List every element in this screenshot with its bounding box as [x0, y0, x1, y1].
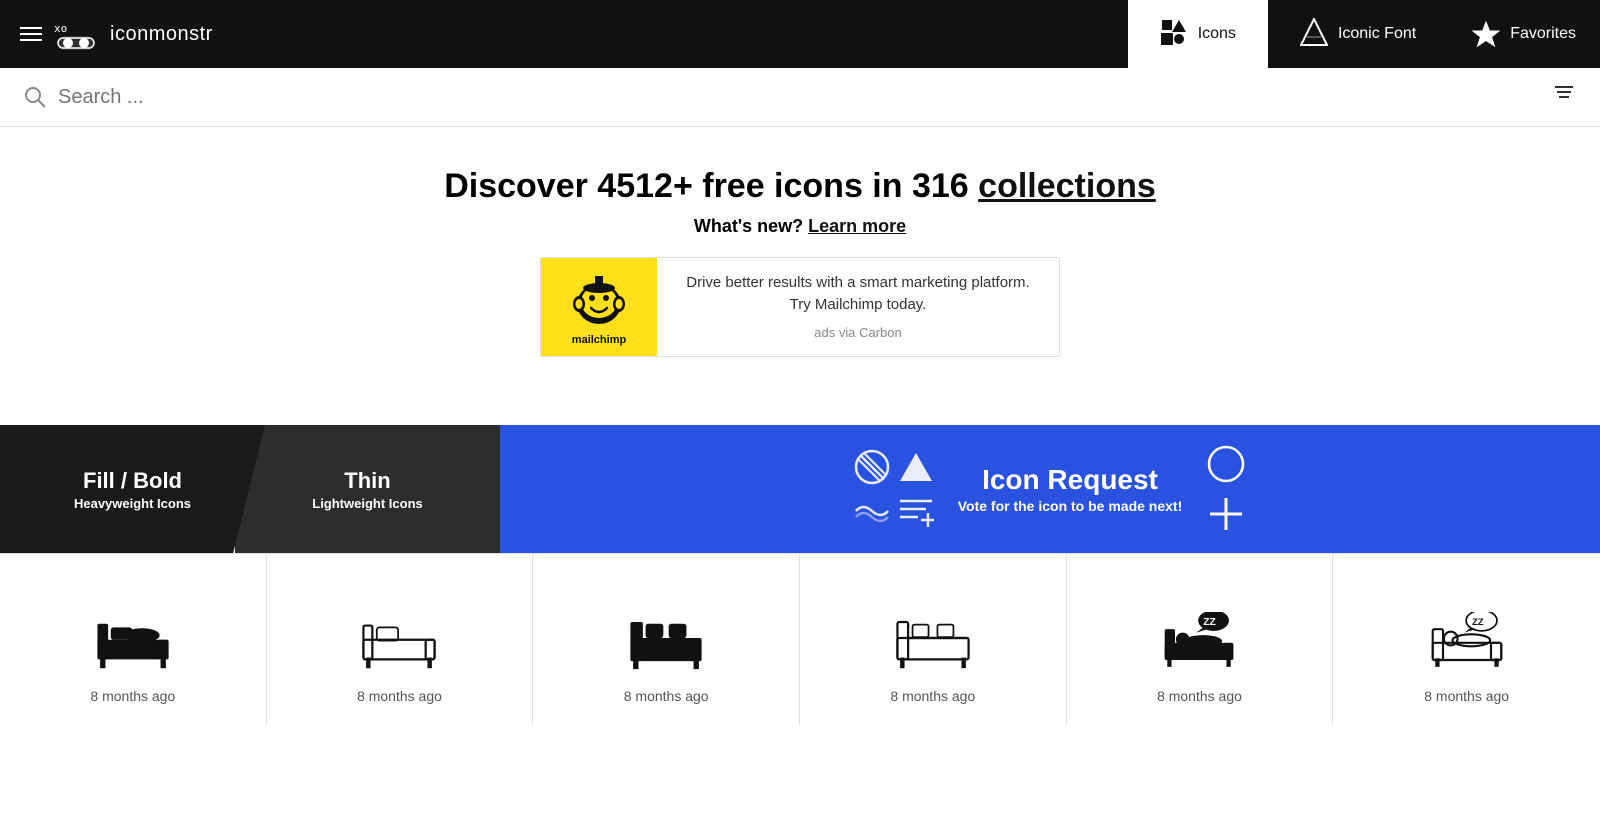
ad-logo: mailchimp: [541, 258, 657, 356]
hero-section: Discover 4512+ free icons in 316 collect…: [0, 127, 1600, 401]
wave-icon: [854, 493, 890, 529]
icon-cell-bed-4[interactable]: 8 months ago: [800, 554, 1067, 724]
plus-icon: [1206, 494, 1246, 534]
cat-fill-bold-title: Fill / Bold: [83, 468, 182, 494]
icon-cell-bed-6[interactable]: ZZ 8 months ago: [1333, 554, 1600, 724]
collections-link[interactable]: collections: [978, 167, 1156, 205]
icon-1-timestamp: 8 months ago: [90, 688, 175, 704]
filter-icon[interactable]: [1552, 82, 1576, 112]
search-input[interactable]: [58, 86, 1540, 109]
search-icon: [24, 86, 46, 108]
bed-2-icon: [359, 612, 439, 672]
icon-5-timestamp: 8 months ago: [1157, 688, 1242, 704]
favorites-star-icon: [1472, 20, 1500, 48]
ad-company-label: mailchimp: [572, 334, 626, 346]
icon-2-timestamp: 8 months ago: [357, 688, 442, 704]
header-nav: Icons Iconic Font: [1128, 0, 1449, 68]
request-subtitle: Vote for the icon to be made next!: [958, 498, 1183, 514]
icon-3-timestamp: 8 months ago: [624, 688, 709, 704]
svg-text:ZZ: ZZ: [1204, 617, 1217, 628]
ad-via: ads via Carbon: [675, 323, 1041, 343]
learn-more-link[interactable]: Learn more: [808, 216, 906, 236]
category-icon-request[interactable]: Icon Request Vote for the icon to be mad…: [500, 425, 1600, 553]
circle-outline-icon: [1206, 444, 1246, 484]
triangle-icon: [898, 449, 934, 485]
icon-cell-bed-3[interactable]: 8 months ago: [533, 554, 800, 724]
iconic-font-nav-icon: [1300, 18, 1328, 51]
stripe-circle-icon: [854, 449, 890, 485]
hero-subtitle: What's new? Learn more: [20, 216, 1580, 237]
nav-iconic-font[interactable]: Iconic Font: [1268, 0, 1448, 68]
ad-text: Drive better results with a smart market…: [657, 260, 1059, 355]
request-text-block: Icon Request Vote for the icon to be mad…: [958, 464, 1183, 514]
icon-cell-bed-5[interactable]: ZZ 8 months ago: [1067, 554, 1334, 724]
icon-cell-bed-2[interactable]: 8 months ago: [267, 554, 534, 724]
mailchimp-logo-icon: [567, 268, 631, 332]
svg-text:xo: xo: [54, 22, 67, 35]
bed-4-icon: [893, 612, 973, 672]
request-right-icons: [1206, 444, 1246, 534]
header: xo iconmonstr Icons: [0, 0, 1600, 68]
svg-text:ZZ: ZZ: [1472, 616, 1484, 627]
favorites-label: Favorites: [1510, 25, 1576, 43]
favorites-nav[interactable]: Favorites: [1448, 0, 1600, 68]
search-bar: [0, 68, 1600, 127]
hamburger-menu-icon[interactable]: [20, 27, 42, 41]
category-banner: Fill / Bold Heavyweight Icons Thin Light…: [0, 425, 1600, 553]
icon-6-timestamp: 8 months ago: [1424, 688, 1509, 704]
bed-6-icon: ZZ: [1427, 612, 1507, 672]
ad-banner[interactable]: mailchimp Drive better results with a sm…: [540, 257, 1060, 357]
icons-nav-icon: [1160, 18, 1188, 51]
cat-thin-title: Thin: [344, 468, 390, 494]
logo-icon: xo: [54, 12, 98, 56]
bed-1-icon: [93, 612, 173, 672]
cat-thin-subtitle: Lightweight Icons: [312, 496, 423, 511]
hero-title: Discover 4512+ free icons in 316 collect…: [20, 167, 1580, 206]
request-deco-icons: [854, 449, 934, 529]
nav-iconic-font-label: Iconic Font: [1338, 25, 1416, 43]
category-thin[interactable]: Thin Lightweight Icons: [235, 425, 500, 553]
icon-grid: 8 months ago 8 months ago 8 months ago: [0, 553, 1600, 724]
icon-cell-bed-1[interactable]: 8 months ago: [0, 554, 267, 724]
logo-text: iconmonstr: [110, 23, 213, 46]
bed-5-icon: ZZ: [1159, 612, 1239, 672]
nav-icons-label: Icons: [1198, 25, 1236, 43]
cat-fill-bold-subtitle: Heavyweight Icons: [74, 496, 191, 511]
header-left: xo iconmonstr: [0, 0, 1128, 68]
icon-4-timestamp: 8 months ago: [890, 688, 975, 704]
request-title: Icon Request: [958, 464, 1183, 496]
ad-headline: Drive better results with a smart market…: [675, 272, 1041, 317]
nav-icons[interactable]: Icons: [1128, 0, 1268, 68]
plus-lines-icon: [898, 493, 934, 529]
category-fill-bold[interactable]: Fill / Bold Heavyweight Icons: [0, 425, 265, 553]
bed-3-icon: [626, 612, 706, 672]
